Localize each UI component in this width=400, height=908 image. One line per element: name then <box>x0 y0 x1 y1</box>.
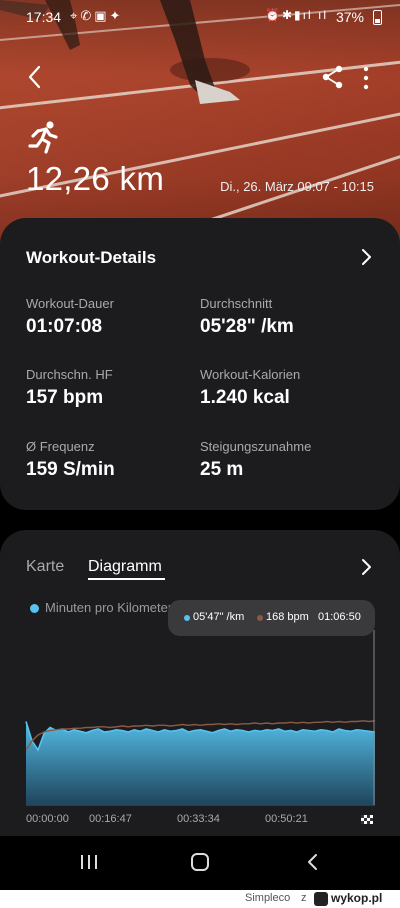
x-tick-label: 00:50:21 <box>265 813 308 825</box>
hr-dot <box>257 615 263 621</box>
detail-label: Workout-Kalorien <box>200 367 301 382</box>
system-nav-bar <box>0 836 400 890</box>
tab-diagramm[interactable]: Diagramm <box>88 558 162 576</box>
workout-details-title: Workout-Details <box>26 248 157 267</box>
share-icon[interactable] <box>320 64 346 90</box>
recent-apps-icon[interactable] <box>80 854 98 870</box>
pace-dot <box>184 615 190 621</box>
detail-value: 1.240 kcal <box>200 387 290 408</box>
pace-area <box>26 721 375 805</box>
legend-dot <box>30 604 39 613</box>
back-icon[interactable] <box>306 853 318 871</box>
battery-icon <box>373 10 382 25</box>
running-icon <box>28 121 58 154</box>
watermark-user: Simpleco <box>245 892 291 904</box>
detail-label: Durchschnitt <box>200 296 273 311</box>
status-bar: 17:34 ⌖✆▣✦ ⏰✱▮ıl ıl 37% <box>0 0 400 34</box>
distance-value: 12,26 km <box>26 160 165 197</box>
chevron-right-icon[interactable] <box>360 248 372 266</box>
active-tab-indicator <box>88 578 165 580</box>
tooltip-hr: 168 bpm <box>266 611 309 623</box>
tab-karte[interactable]: Karte <box>26 558 64 576</box>
watermark-z: z <box>301 892 307 904</box>
more-options-icon[interactable] <box>356 64 376 92</box>
battery-percent: 37% <box>335 9 364 25</box>
chevron-right-icon[interactable] <box>360 558 372 576</box>
detail-value: 01:07:08 <box>26 316 103 337</box>
detail-label: Steigungszunahme <box>200 439 312 454</box>
system-icons: ⏰✱▮ıl ıl <box>265 8 328 22</box>
x-tick-label: 00:00:00 <box>26 813 69 825</box>
detail-value: 157 bpm <box>26 387 104 408</box>
detail-value: 159 S/min <box>26 459 115 480</box>
back-icon[interactable] <box>22 62 48 92</box>
home-icon[interactable] <box>191 853 209 871</box>
status-time: 17:34 <box>26 9 62 25</box>
workout-details-card[interactable]: Workout-Details Workout-Dauer 01:07:08 D… <box>0 218 400 510</box>
watermark-bar: Simpleco z wykop.pl <box>0 890 400 908</box>
pace-chart[interactable] <box>0 630 400 810</box>
detail-value: 25 m <box>200 459 244 480</box>
chart-card: Karte Diagramm Minuten pro Kilometer 05'… <box>0 530 400 860</box>
tooltip-pace: 05'47" /km <box>193 611 245 623</box>
tooltip-time: 01:06:50 <box>318 611 361 623</box>
running-track-image <box>0 0 400 250</box>
finish-flag-icon <box>361 815 373 824</box>
legend-label: Minuten pro Kilometer <box>45 600 173 615</box>
detail-label: Durchschn. HF <box>26 367 113 382</box>
detail-label: Workout-Dauer <box>26 296 114 311</box>
detail-value: 05'28" /km <box>200 316 294 337</box>
wykop-logo-icon <box>314 892 328 906</box>
watermark-site: wykop.pl <box>331 891 383 905</box>
chart-tooltip: 05'47" /km 168 bpm 01:06:50 <box>168 600 375 636</box>
x-tick-label: 00:16:47 <box>89 813 132 825</box>
notification-icons: ⌖✆▣✦ <box>70 8 124 23</box>
date-range: Di., 26. März 09:07 - 10:15 <box>220 179 374 194</box>
hero-image <box>0 0 400 250</box>
x-tick-label: 00:33:34 <box>177 813 220 825</box>
detail-label: Ø Frequenz <box>26 439 95 454</box>
